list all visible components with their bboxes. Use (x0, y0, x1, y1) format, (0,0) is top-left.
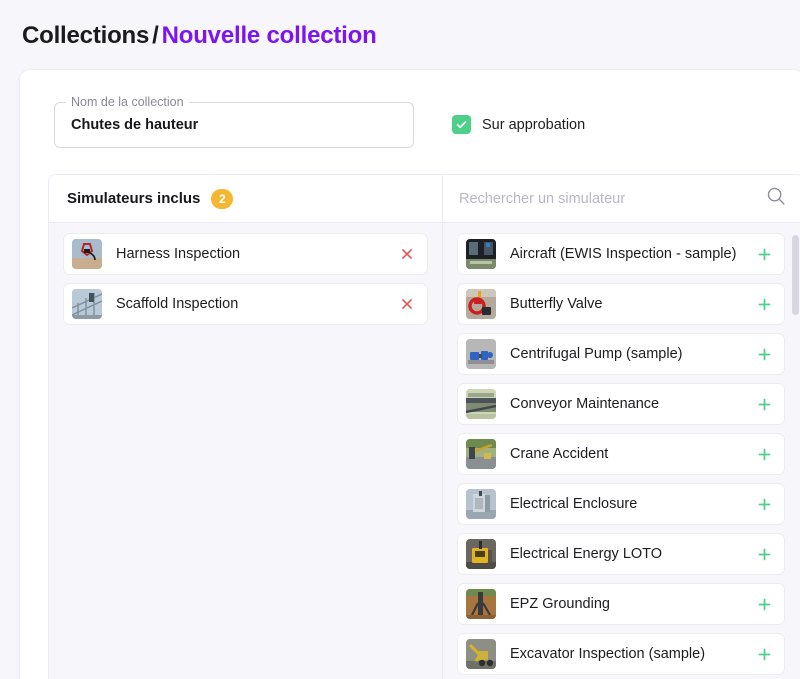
collection-card: Nom de la collection Sur approbation Sim… (20, 70, 800, 679)
simulator-name: Excavator Inspection (sample) (510, 646, 706, 662)
available-simulator-row[interactable]: Centrifugal Pump (sample) (457, 333, 785, 375)
add-simulator-button[interactable] (754, 394, 774, 414)
collection-name-input[interactable] (71, 102, 402, 148)
add-simulator-button[interactable] (754, 544, 774, 564)
simulator-thumbnail (466, 639, 496, 669)
included-simulator-row[interactable]: Harness Inspection (63, 233, 428, 275)
simulator-thumbnail (466, 239, 496, 269)
add-simulator-button[interactable] (754, 244, 774, 264)
breadcrumb-current: Nouvelle collection (161, 22, 377, 49)
breadcrumb: Collections / Nouvelle collection (22, 22, 377, 50)
simulator-thumbnail (72, 289, 102, 319)
simulator-thumbnail (466, 539, 496, 569)
available-simulator-row[interactable]: Excavator Inspection (sample) (457, 633, 785, 675)
simulator-name: Electrical Energy LOTO (510, 546, 663, 562)
simulator-name: Conveyor Maintenance (510, 396, 660, 412)
available-simulators-pane: Aircraft (EWIS Inspection - sample) Butt… (443, 175, 800, 679)
simulator-thumbnail (466, 389, 496, 419)
simulator-name: Butterfly Valve (510, 296, 603, 312)
simulator-name: Centrifugal Pump (sample) (510, 346, 683, 362)
add-simulator-button[interactable] (754, 494, 774, 514)
simulator-name: Aircraft (EWIS Inspection - sample) (510, 246, 737, 262)
list-scrollbar-thumb[interactable] (792, 235, 799, 315)
list-scrollbar-track[interactable] (792, 223, 799, 679)
simulator-name: Scaffold Inspection (116, 296, 239, 312)
simulator-thumbnail (466, 339, 496, 369)
breadcrumb-separator: / (152, 22, 159, 49)
add-simulator-button[interactable] (754, 344, 774, 364)
included-count-badge: 2 (211, 188, 234, 209)
available-simulator-row[interactable]: Electrical Enclosure (457, 483, 785, 525)
collection-name-field[interactable]: Nom de la collection (54, 94, 414, 148)
available-simulator-row[interactable]: Aircraft (EWIS Inspection - sample) (457, 233, 785, 275)
available-simulator-row[interactable]: Electrical Energy LOTO (457, 533, 785, 575)
add-simulator-button[interactable] (754, 594, 774, 614)
simulator-name: Harness Inspection (116, 246, 241, 262)
page-root: Collections / Nouvelle collection Nom de l… (0, 0, 800, 679)
add-simulator-button[interactable] (754, 294, 774, 314)
included-pane-title: Simulateurs inclus (67, 190, 201, 207)
approval-checkbox-group[interactable]: Sur approbation (452, 115, 585, 134)
simulator-name: EPZ Grounding (510, 596, 610, 612)
add-simulator-button[interactable] (754, 644, 774, 664)
simulator-search-bar[interactable] (443, 175, 800, 223)
included-simulator-row[interactable]: Scaffold Inspection (63, 283, 428, 325)
available-simulator-row[interactable]: Butterfly Valve (457, 283, 785, 325)
checkbox-checked-icon[interactable] (452, 115, 471, 134)
simulator-name: Electrical Enclosure (510, 496, 638, 512)
available-simulator-row[interactable]: Conveyor Maintenance (457, 383, 785, 425)
included-pane-header: Simulateurs inclus 2 (49, 175, 442, 223)
simulator-thumbnail (72, 239, 102, 269)
available-simulators-list: Aircraft (EWIS Inspection - sample) Butt… (443, 223, 800, 679)
included-simulators-pane: Simulateurs inclus 2 Harness Inspection … (49, 175, 443, 679)
simulator-name: Crane Accident (510, 446, 609, 462)
search-input[interactable] (459, 190, 757, 207)
breadcrumb-root[interactable]: Collections (22, 22, 149, 49)
simulator-thumbnail (466, 289, 496, 319)
included-simulators-list: Harness Inspection Scaffold Inspection (49, 223, 442, 679)
simulator-thumbnail (466, 439, 496, 469)
remove-simulator-button[interactable] (397, 244, 417, 264)
remove-simulator-button[interactable] (397, 294, 417, 314)
add-simulator-button[interactable] (754, 444, 774, 464)
simulator-transfer-panels: Simulateurs inclus 2 Harness Inspection … (48, 174, 800, 679)
simulator-thumbnail (466, 489, 496, 519)
available-simulator-row[interactable]: EPZ Grounding (457, 583, 785, 625)
search-icon[interactable] (765, 185, 787, 212)
available-simulator-row[interactable]: Crane Accident (457, 433, 785, 475)
approval-label: Sur approbation (482, 116, 586, 133)
simulator-thumbnail (466, 589, 496, 619)
